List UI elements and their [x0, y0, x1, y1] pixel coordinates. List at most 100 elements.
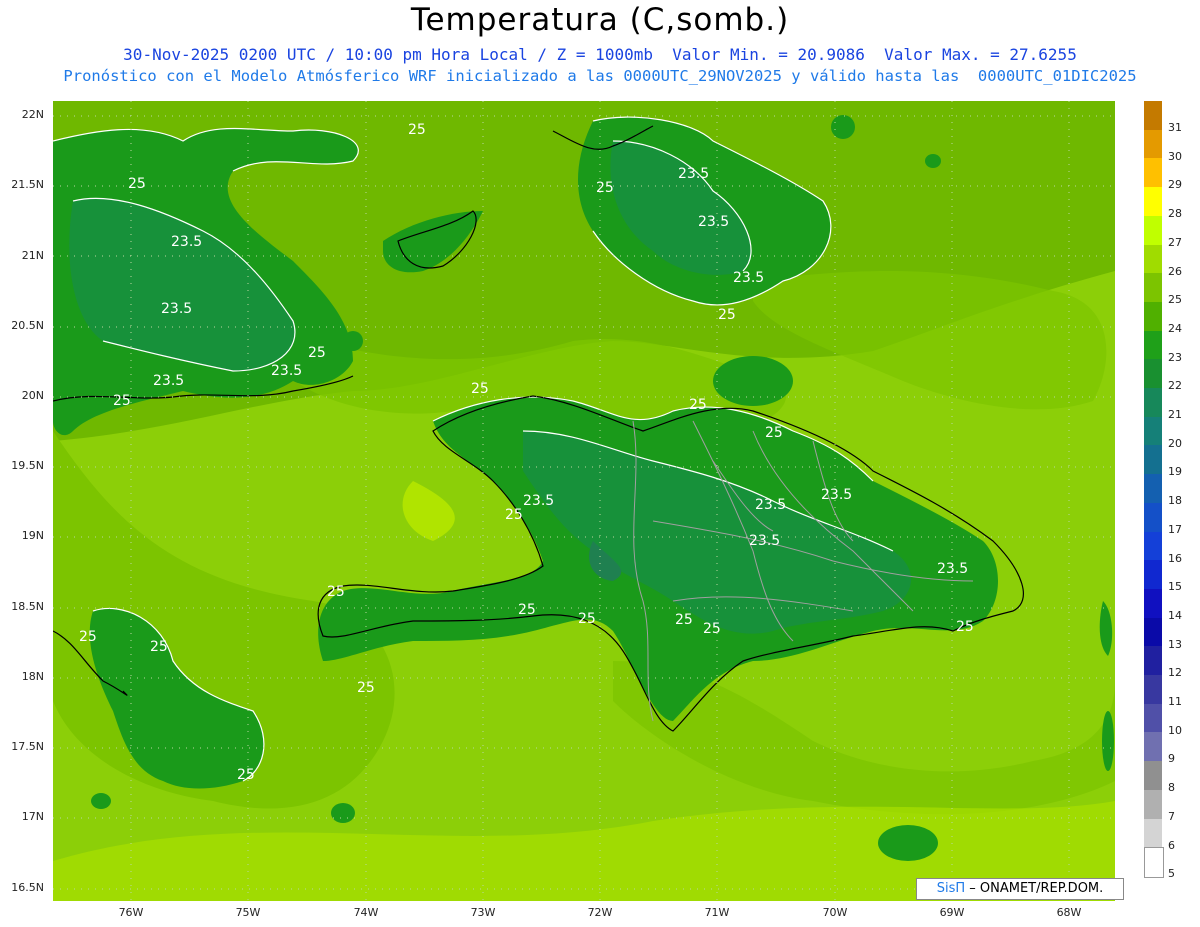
contour-label: 25 — [956, 619, 974, 635]
contour-label: 23.5 — [523, 493, 554, 509]
lon-label: 69W — [939, 906, 965, 919]
contour-label: 23.5 — [733, 270, 764, 286]
lon-label: 75W — [235, 906, 261, 919]
contour-label: 25 — [765, 425, 783, 441]
colorbar-label: 25 — [1168, 293, 1182, 307]
colorbar-label: 28 — [1168, 207, 1182, 221]
lon-label: 72W — [587, 906, 613, 919]
contour-label: 23.5 — [678, 166, 709, 182]
subtitle-time-range: 30-Nov-2025 0200 UTC / 10:00 pm Hora Loc… — [123, 45, 1077, 64]
colorbar-swatch — [1144, 158, 1162, 188]
colorbar-label: 15 — [1168, 580, 1182, 594]
lat-label: 19N — [21, 529, 44, 542]
colorbar-swatch — [1144, 273, 1162, 303]
colorbar-label: 31 — [1168, 121, 1182, 134]
colorbar-swatch — [1144, 215, 1162, 245]
colorbar-swatch — [1144, 646, 1162, 676]
colorbar-label: 7 — [1168, 809, 1175, 823]
colorbar-swatch — [1144, 474, 1162, 504]
colorbar-swatch — [1144, 703, 1162, 733]
contour-label: 25 — [327, 584, 345, 600]
lat-label: 16.5N — [11, 881, 44, 894]
small-cell — [713, 356, 793, 406]
colorbar-swatch — [1144, 445, 1162, 475]
lat-label: 18N — [21, 670, 44, 683]
contour-label: 25 — [505, 507, 523, 523]
small-cell — [878, 825, 938, 861]
small-cell — [331, 803, 355, 823]
contour-label: 23.5 — [153, 373, 184, 389]
colorbar-label: 6 — [1168, 838, 1175, 852]
colorbar-swatch — [1144, 617, 1162, 647]
colorbar-label: 30 — [1168, 149, 1182, 163]
colorbar-label: 16 — [1168, 551, 1182, 565]
lon-label: 74W — [353, 906, 379, 919]
contour-label: 23.5 — [937, 561, 968, 577]
contour-label: 25 — [308, 345, 326, 361]
colorbar-label: 23 — [1168, 350, 1182, 364]
colorbar-swatch — [1144, 560, 1162, 590]
colorbar-label: 9 — [1168, 752, 1175, 766]
colorbar-swatch — [1144, 244, 1162, 274]
colorbar-swatch — [1144, 588, 1162, 618]
small-cell — [91, 793, 111, 809]
colorbar-label: 27 — [1168, 235, 1182, 249]
colorbar-swatch — [1144, 301, 1162, 331]
colorbar-label: 29 — [1168, 178, 1182, 192]
colorbar-swatch — [1144, 416, 1162, 446]
contour-label: 23.5 — [161, 301, 192, 317]
contour-label: 25 — [675, 612, 693, 628]
colorbar-label: 17 — [1168, 522, 1182, 536]
colorbar-swatch — [1144, 359, 1162, 389]
contour-label: 25 — [128, 176, 146, 192]
credit-box: SisΠ – ONAMET/REP.DOM. — [916, 878, 1124, 900]
contour-label: 23.5 — [821, 487, 852, 503]
small-cell — [151, 149, 175, 169]
colorbar-label: 26 — [1168, 264, 1182, 278]
lat-label: 21.5N — [11, 178, 44, 191]
map-title: Temperatura (C,somb.) — [410, 2, 790, 38]
contour-label: 25 — [718, 307, 736, 323]
contour-label: 25 — [357, 680, 375, 696]
colorbar-label: 21 — [1168, 408, 1182, 421]
contour-label: 25 — [79, 629, 97, 645]
lat-label: 18.5N — [11, 600, 44, 613]
credit-text: – ONAMET/REP.DOM. — [965, 881, 1104, 896]
small-cell — [831, 115, 855, 139]
colorbar-swatch — [1144, 847, 1164, 879]
colorbar-label: 22 — [1168, 379, 1182, 393]
colorbar-swatch — [1144, 789, 1162, 819]
subtitle-model-info: Pronóstico con el Modelo Atmósferico WRF… — [63, 67, 1137, 85]
small-cell — [925, 154, 941, 168]
colorbar-swatch — [1144, 330, 1162, 360]
map-svg: 25 25 23.5 23.5 23.5 23.5 25 25 23.5 25 … — [53, 101, 1115, 901]
colorbar-label: 12 — [1168, 666, 1182, 680]
contour-label: 25 — [150, 639, 168, 655]
lat-label: 20.5N — [11, 319, 44, 332]
colorbar-label: 5 — [1168, 867, 1175, 881]
lat-label: 21N — [21, 249, 44, 262]
lat-label: 17N — [21, 810, 44, 823]
colorbar-label: 13 — [1168, 637, 1182, 651]
lon-label: 70W — [822, 906, 848, 919]
contour-label: 23.5 — [698, 214, 729, 230]
colorbar-label: 8 — [1168, 781, 1175, 795]
sispi-logo: SisΠ — [936, 881, 966, 896]
lon-label: 71W — [704, 906, 730, 919]
lat-label: 22N — [21, 108, 44, 121]
small-cell — [1102, 711, 1114, 771]
contour-label: 25 — [237, 767, 255, 783]
small-cell — [343, 331, 363, 351]
contour-label: 23.5 — [271, 363, 302, 379]
contour-label: 25 — [578, 611, 596, 627]
lon-label: 76W — [118, 906, 144, 919]
lat-label: 19.5N — [11, 459, 44, 472]
colorbar-swatch — [1144, 388, 1162, 417]
temperature-map: 25 25 23.5 23.5 23.5 23.5 25 25 23.5 25 … — [53, 101, 1115, 901]
contour-label: 25 — [471, 381, 489, 397]
colorbar-label: 24 — [1168, 321, 1182, 335]
contour-label: 25 — [113, 393, 131, 409]
lon-label: 68W — [1056, 906, 1082, 919]
contour-label: 25 — [689, 397, 707, 413]
colorbar-swatch — [1144, 187, 1162, 217]
